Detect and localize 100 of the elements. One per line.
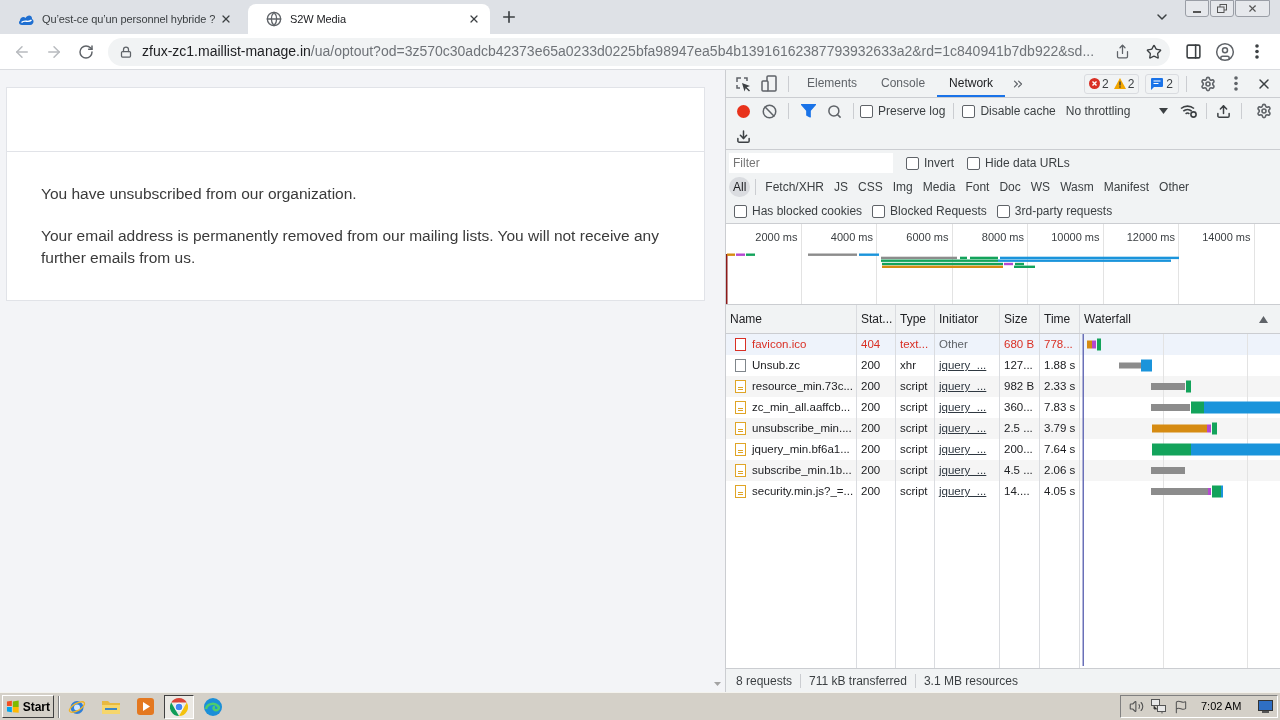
column-header[interactable]: Waterfall [1080,305,1280,333]
network-icon[interactable] [1151,699,1167,714]
file-icon [735,338,746,351]
clock-text: 7:02 AM [1201,699,1242,715]
message-text: You have unsubscribed from our organization. [41,184,358,204]
type-filter-button[interactable]: All [729,177,751,197]
checkbox[interactable] [962,104,976,118]
request-row[interactable]: favicon.ico 404 text... Other 680 B 778... [726,334,1080,355]
type-filter-button[interactable]: Media [918,177,960,197]
error-count-button[interactable]: 2 [1088,74,1109,93]
message-count-button[interactable]: 2 [1145,73,1179,94]
type-filter-button[interactable]: CSS [854,177,887,197]
caret-down-icon [1158,108,1168,114]
flag-icon[interactable] [1174,699,1188,714]
request-name: zc_min_all.aaffcb... [752,400,851,415]
checkbox-label: Disable cache [980,103,1056,120]
initiator-link[interactable]: jquery_... [939,464,987,476]
type-filter-button[interactable]: JS [830,177,853,197]
type-filter-button[interactable]: Img [888,177,917,197]
size-text: 680 B [1004,338,1035,350]
initiator-link[interactable]: jquery_... [939,380,987,392]
type-filter-button[interactable]: Font [961,177,994,197]
initiator-link[interactable]: jquery_... [939,443,987,455]
initiator-link[interactable]: jquery_... [939,485,987,497]
type-filter-button[interactable]: WS [1026,177,1055,197]
menu-icon [1255,44,1259,59]
checkbox-label: 3rd-party requests [1014,203,1113,220]
size-text: 2.5 ... [1004,422,1033,434]
request-row[interactable]: subscribe_min.1b... 200 script jquery_... 4.5 ... 2.06 s [726,460,1080,481]
time-tick-label: 2000 ms [755,231,798,243]
panel-tab[interactable]: Console [869,70,938,97]
column-header[interactable]: Name [726,305,857,333]
start-button[interactable]: Start [2,695,54,718]
initiator-link[interactable]: jquery_... [939,401,987,413]
column-header[interactable]: Size [1000,305,1040,333]
time-tick-label: 10000 ms [1051,231,1100,243]
panel-tab[interactable]: Elements [795,70,870,97]
request-type: text... [900,338,929,350]
sort-up-icon [1259,315,1268,323]
ring-logo-icon [170,697,188,716]
initiator-link[interactable]: jquery_... [939,422,987,434]
request-name: unsubscribe_min.... [752,421,852,436]
status-code: 200 [861,401,881,413]
minimize-button[interactable] [1185,0,1209,17]
checkbox-label: Hide data URLs [985,155,1070,172]
warning-count-button[interactable]: 2 [1113,74,1135,93]
settings-icon [1200,75,1216,92]
menu-icon [1234,76,1238,91]
time-text: 7.83 s [1044,401,1076,413]
restore-button[interactable] [1210,0,1234,17]
time-tick-label: 14000 ms [1202,231,1251,243]
request-row[interactable]: resource_min.73c... 200 script jquery_... 982 B 2.33 s [726,376,1080,397]
request-type: xhr [900,359,916,371]
request-name: subscribe_min.1b... [752,463,852,478]
script-file-icon [735,380,746,393]
script-file-icon [735,485,746,498]
column-header[interactable]: Type [896,305,935,333]
checkbox[interactable] [906,156,919,170]
column-header[interactable]: Stat... [857,305,896,333]
pointer-square-icon [735,75,751,92]
wifi-gear-icon [1180,104,1198,118]
column-header[interactable]: Time [1040,305,1080,333]
column-header[interactable]: Initiator [935,305,1000,333]
filter-input[interactable]: Filter [729,153,893,173]
checkbox[interactable] [860,104,873,118]
browser-tab[interactable]: S2W Media [248,4,490,34]
address-bar[interactable]: zfux-zc1.maillist-manage.in/ua/optout?od=3z570c30adcb42373e65a0233d0225bfa98947ea5b4b13916162387793932633a2&rd=1c840941b7db922&sd... [108,37,1170,66]
type-filter-button[interactable]: Wasm [1056,177,1098,197]
checkbox[interactable] [734,204,747,218]
close-icon [220,13,232,25]
filter-icon [800,104,816,118]
time-text: 2.33 s [1044,380,1076,392]
devices-icon [761,75,777,92]
search-icon [826,103,842,119]
checkbox[interactable] [872,204,886,218]
taskbar-app-button[interactable] [164,694,194,719]
request-row[interactable]: unsubscribe_min.... 200 script jquery_... 2.5 ... 3.79 s [726,418,1080,439]
throttling-dropdown[interactable]: No throttling [1065,101,1168,121]
folder-icon [102,699,120,714]
time-tick-label: 8000 ms [981,231,1024,243]
status-text: 711 kB transferred [809,672,907,690]
speaker-icon[interactable] [1129,699,1144,714]
time-text: 1.88 s [1044,359,1076,371]
star-icon [1146,43,1162,60]
time-tick-label: 12000 ms [1126,231,1175,243]
type-filter-button[interactable]: Manifest [1099,177,1154,197]
checkbox[interactable] [996,204,1010,218]
type-filter-button[interactable]: Other [1155,177,1194,197]
size-text: 4.5 ... [1004,464,1033,476]
checkbox[interactable] [967,156,980,170]
status-text: 8 requests [736,672,793,690]
checkbox-label: Preserve log [878,103,946,120]
flag-logo-icon [6,700,20,713]
type-filter-button[interactable]: Doc [995,177,1025,197]
request-name: jquery_min.bf6a1... [752,442,850,457]
close-window-button[interactable] [1235,0,1270,17]
initiator-link[interactable]: jquery_... [939,359,987,371]
size-text: 982 B [1004,380,1035,392]
desktop-icon[interactable] [1258,700,1273,713]
type-filter-button[interactable]: Fetch/XHR [761,177,829,197]
